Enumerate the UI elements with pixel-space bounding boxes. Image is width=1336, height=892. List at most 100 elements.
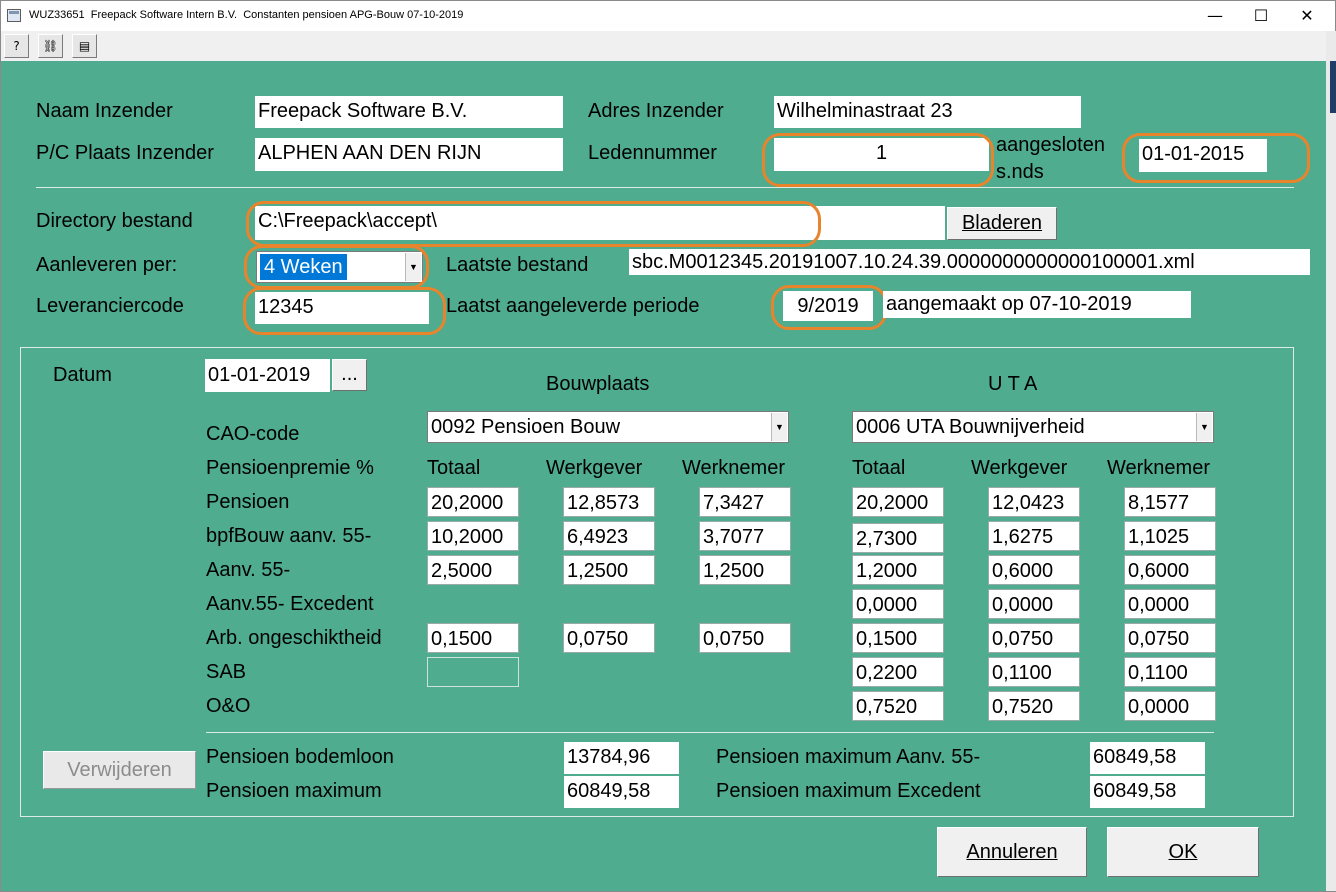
uta-werkgever-sab[interactable]: 0,1100 [988,657,1080,687]
maximize-button[interactable]: ☐ [1238,1,1284,31]
bodemloon-field[interactable]: 13784,96 [564,742,679,774]
app-icon [7,9,21,22]
pc-plaats-field[interactable]: ALPHEN AAN DEN RIJN [255,138,563,171]
datum-label: Datum [53,364,112,386]
bouw-totaal-sab-disabled [427,657,519,687]
uta-werknemer-aanv55[interactable]: 0,6000 [1124,555,1216,585]
directory-label: Directory bestand [36,210,193,232]
row-label-oeno: O&O [206,695,251,717]
uta-col-werknemer: Werknemer [1107,457,1210,479]
uta-totaal-bpfbouw[interactable]: 2,7300 [852,523,944,553]
row-label-aanv55: Aanv. 55- [206,559,291,581]
uta-werknemer-bpfbouw[interactable]: 1,1025 [1124,521,1216,551]
minimize-button[interactable]: — [1192,1,1238,31]
bouw-totaal-bpfbouw[interactable]: 10,2000 [427,521,519,551]
leveranciercode-field[interactable]: 12345 [255,292,429,324]
scrollbar-thumb[interactable] [1330,61,1336,113]
row-label-excedent: Aanv.55- Excedent [206,593,374,615]
naam-inzender-field[interactable]: Freepack Software B.V. [255,96,563,128]
row-label-arb: Arb. ongeschiktheid [206,627,382,649]
bouw-werknemer-arb[interactable]: 0,0750 [699,623,791,653]
maximum-field[interactable]: 60849,58 [564,776,679,808]
aangesloten-label-line2: s.nds [996,161,1044,183]
uta-col-werkgever: Werkgever [971,457,1068,479]
bouw-col-werknemer: Werknemer [682,457,785,479]
uta-totaal-sab[interactable]: 0,2200 [852,657,944,687]
uta-werknemer-sab[interactable]: 0,1100 [1124,657,1216,687]
annuleren-button-label: Annuleren [966,841,1058,863]
bouw-col-werkgever: Werkgever [546,457,643,479]
uta-werkgever-bpfbouw[interactable]: 1,6275 [988,521,1080,551]
toolbar: ? ⛓ ▤ [1,31,1326,61]
aangesloten-label: aangesloten [996,134,1105,156]
bouw-werkgever-aanv55[interactable]: 1,2500 [563,555,655,585]
window-title: WUZ33651 Freepack Software Intern B.V. C… [29,9,464,21]
max-aanv-field[interactable]: 60849,58 [1090,742,1205,774]
datum-field[interactable]: 01-01-2019 [205,359,330,392]
separator [36,187,1294,188]
uta-totaal-arb[interactable]: 0,1500 [852,623,944,653]
bouwplaats-title: Bouwplaats [546,373,650,395]
aangesloten-date-field[interactable]: 01-01-2015 [1139,139,1267,172]
bouw-werkgever-arb[interactable]: 0,0750 [563,623,655,653]
cao-uta-select[interactable]: 0006 UTA Bouwnijverheid ▼ [852,411,1214,443]
laatste-bestand-label: Laatste bestand [446,254,589,276]
uta-werknemer-excedent[interactable]: 0,0000 [1124,589,1216,619]
binoculars-icon[interactable]: ⛓ [38,34,63,58]
bladeren-button[interactable]: Bladeren [947,207,1057,240]
bouw-werkgever-pensioen[interactable]: 12,8573 [563,487,655,517]
max-excedent-label: Pensioen maximum Excedent [716,780,981,802]
uta-werknemer-pensioen[interactable]: 8,1577 [1124,487,1216,517]
bouw-werknemer-aanv55[interactable]: 1,2500 [699,555,791,585]
uta-col-totaal: Totaal [852,457,906,479]
naam-inzender-label: Naam Inzender [36,100,173,122]
row-label-bpfbouw: bpfBouw aanv. 55- [206,525,372,547]
help-icon[interactable]: ? [4,34,29,58]
chevron-down-icon[interactable]: ▼ [1196,413,1212,441]
bouw-werkgever-bpfbouw[interactable]: 6,4923 [563,521,655,551]
ok-button-label: OK [1168,841,1198,863]
cao-code-label: CAO-code [206,423,300,445]
uta-werknemer-arb[interactable]: 0,0750 [1124,623,1216,653]
bouw-col-totaal: Totaal [427,457,481,479]
bouw-totaal-pensioen[interactable]: 20,2000 [427,487,519,517]
aangemaakt-field: aangemaakt op 07-10-2019 [883,291,1191,318]
aanleveren-select[interactable]: 4 Weken ▼ [256,251,423,283]
bouw-werknemer-bpfbouw[interactable]: 3,7077 [699,521,791,551]
adres-inzender-field[interactable]: Wilhelminastraat 23 [774,96,1081,128]
close-button[interactable]: ✕ [1284,1,1330,31]
uta-werknemer-oeno[interactable]: 0,0000 [1124,691,1216,721]
max-aanv-label: Pensioen maximum Aanv. 55- [716,746,981,768]
uta-werkgever-pensioen[interactable]: 12,0423 [988,487,1080,517]
datum-picker-button[interactable]: ... [332,359,367,391]
uta-werkgever-oeno[interactable]: 0,7520 [988,691,1080,721]
ledennummer-label: Ledennummer [588,142,717,164]
annuleren-button[interactable]: Annuleren [937,827,1087,877]
directory-field[interactable]: C:\Freepack\accept\ [255,206,945,240]
adres-inzender-label: Adres Inzender [588,100,724,122]
ledennummer-field[interactable]: 1 [774,138,989,171]
chevron-down-icon[interactable]: ▼ [771,413,787,441]
uta-totaal-pensioen[interactable]: 20,2000 [852,487,944,517]
max-excedent-field[interactable]: 60849,58 [1090,776,1205,808]
verwijderen-button[interactable]: Verwijderen [43,751,196,789]
printer-icon[interactable]: ▤ [72,34,97,58]
bouw-werknemer-pensioen[interactable]: 7,3427 [699,487,791,517]
cao-bouw-select[interactable]: 0092 Pensioen Bouw ▼ [427,411,789,443]
uta-totaal-aanv55[interactable]: 1,2000 [852,555,944,585]
row-label-sab: SAB [206,661,247,683]
periode-label: Laatst aangeleverde periode [446,295,700,317]
uta-werkgever-excedent[interactable]: 0,0000 [988,589,1080,619]
bodemloon-label: Pensioen bodemloon [206,746,394,768]
vertical-scrollbar[interactable] [1326,31,1336,891]
uta-totaal-excedent[interactable]: 0,0000 [852,589,944,619]
aanleveren-selected-value: 4 Weken [260,254,347,280]
uta-totaal-oeno[interactable]: 0,7520 [852,691,944,721]
bladeren-button-label: Bladeren [961,212,1043,234]
uta-werkgever-arb[interactable]: 0,0750 [988,623,1080,653]
uta-werkgever-aanv55[interactable]: 0,6000 [988,555,1080,585]
ok-button[interactable]: OK [1107,827,1259,877]
bouw-totaal-arb[interactable]: 0,1500 [427,623,519,653]
bouw-totaal-aanv55[interactable]: 2,5000 [427,555,519,585]
chevron-down-icon[interactable]: ▼ [405,253,421,281]
